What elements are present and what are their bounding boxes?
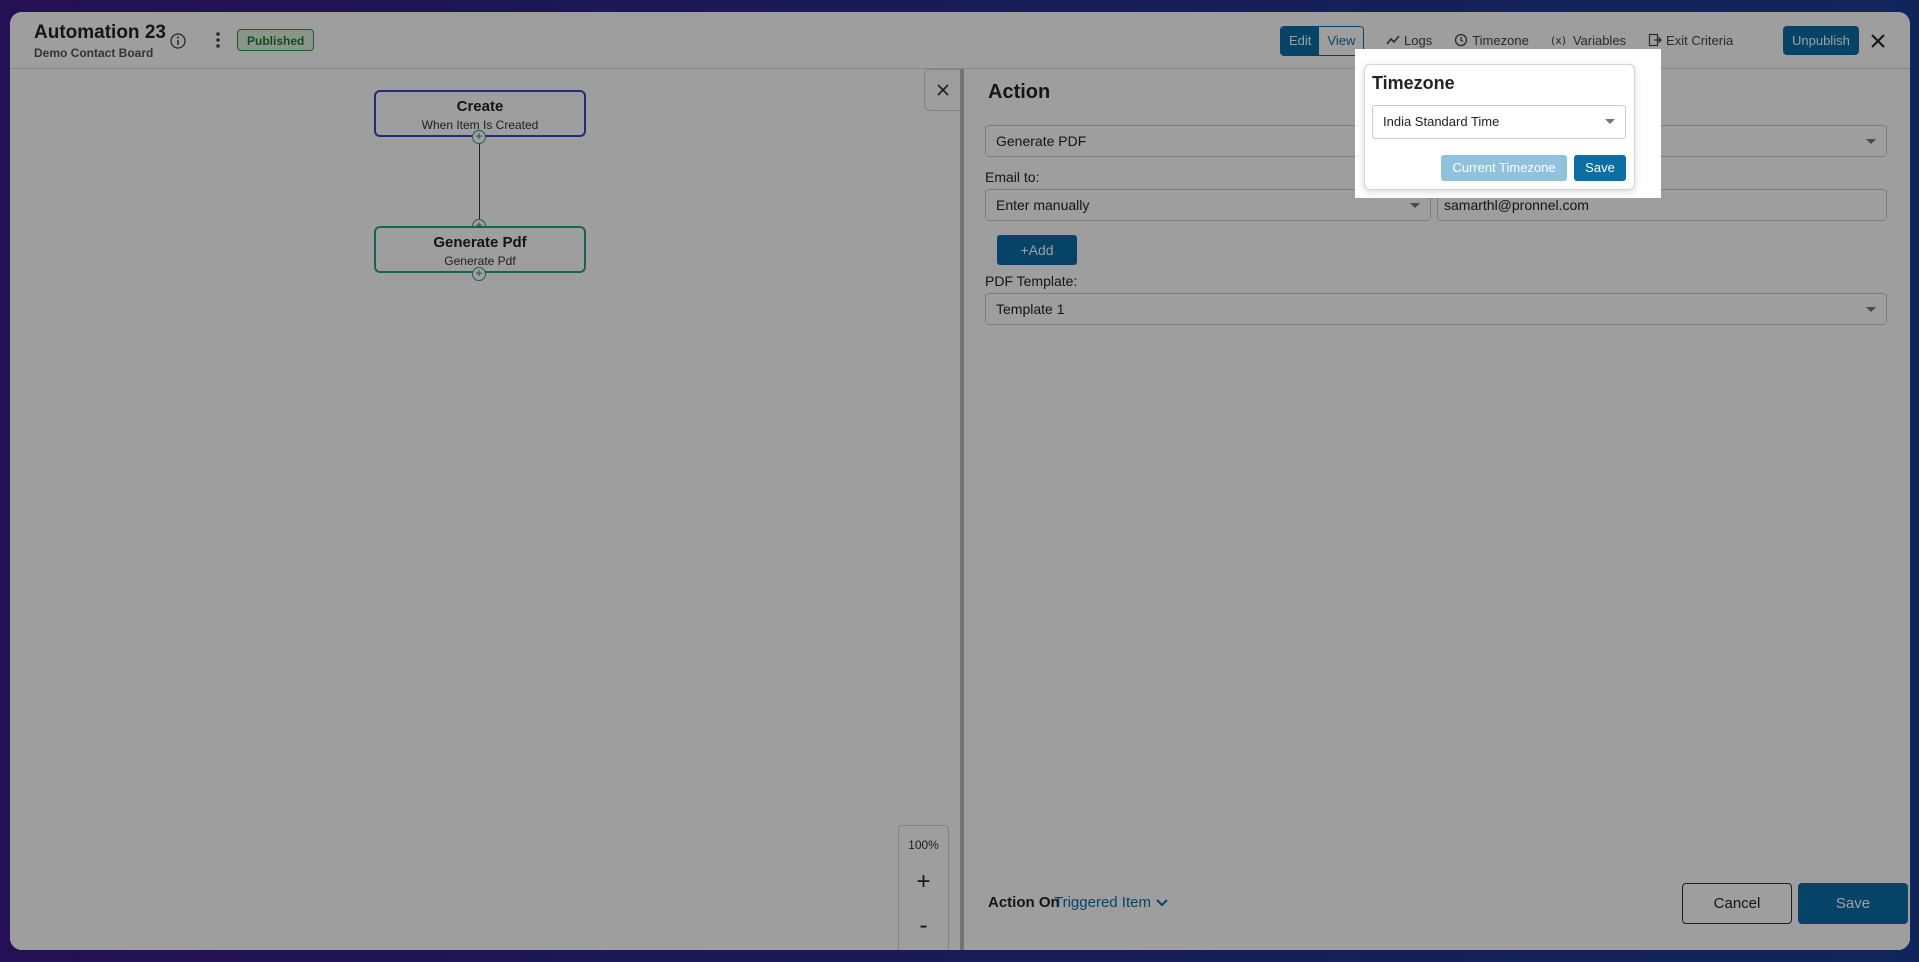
timezone-select[interactable]: India Standard Time: [1372, 105, 1626, 139]
timezone-popover: Timezone India Standard Time Current Tim…: [1364, 64, 1635, 190]
chevron-down-icon: [1605, 119, 1615, 124]
popover-title: Timezone: [1372, 73, 1455, 93]
current-timezone-button[interactable]: Current Timezone: [1441, 155, 1567, 181]
timezone-save-button[interactable]: Save: [1574, 155, 1626, 181]
timezone-value: India Standard Time: [1383, 114, 1500, 129]
